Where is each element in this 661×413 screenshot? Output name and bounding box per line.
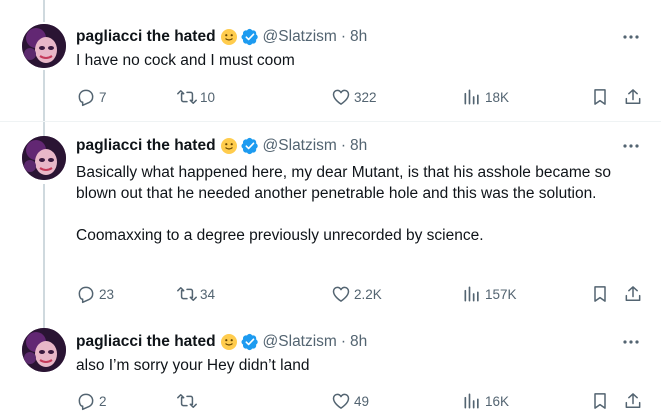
smiley-emoji-icon — [220, 334, 237, 350]
timestamp[interactable]: 8h — [350, 136, 367, 156]
user-handle[interactable]: @Slatzism — [263, 27, 337, 47]
repost-icon — [177, 287, 197, 301]
tweet[interactable]: pagliacci the hated @Slatzism · 8h I hav… — [0, 0, 661, 121]
like-count: 2.2K — [354, 286, 382, 302]
views-button[interactable]: 157K — [462, 282, 517, 306]
repost-icon — [177, 394, 197, 408]
share-icon — [625, 89, 641, 104]
views-count: 157K — [485, 286, 517, 302]
user-handle[interactable]: @Slatzism — [263, 136, 337, 156]
avatar[interactable] — [22, 136, 66, 180]
more-options-icon[interactable] — [621, 332, 641, 352]
separator-dot: · — [340, 333, 347, 350]
repost-icon — [177, 90, 197, 104]
smiley-emoji-icon — [220, 29, 237, 45]
views-button[interactable]: 18K — [462, 85, 509, 109]
reply-icon — [78, 286, 94, 304]
share-button[interactable] — [623, 85, 643, 109]
views-chart-icon — [464, 89, 479, 105]
tweet-header: pagliacci the hated @Slatzism · 8h — [76, 136, 367, 156]
timestamp[interactable]: 8h — [350, 27, 367, 47]
views-button[interactable]: 16K — [462, 389, 509, 413]
like-button[interactable]: 322 — [331, 85, 377, 109]
action-bar: 2 49 16K — [72, 389, 647, 413]
like-count: 49 — [354, 393, 370, 409]
reply-count: 23 — [99, 286, 115, 302]
repost-button[interactable]: 10 — [177, 85, 215, 109]
bookmark-icon — [594, 393, 606, 409]
heart-icon — [332, 286, 350, 302]
display-name[interactable]: pagliacci the hated — [76, 136, 216, 156]
verified-badge-icon[interactable] — [241, 137, 259, 155]
reply-button[interactable]: 7 — [76, 85, 107, 109]
heart-icon — [332, 89, 350, 105]
avatar[interactable] — [22, 24, 66, 68]
views-count: 18K — [485, 89, 510, 105]
reply-count: 7 — [99, 89, 107, 105]
action-bar: 7 10 322 18K — [72, 85, 647, 109]
more-options-icon[interactable] — [621, 27, 641, 47]
separator-dot: · — [340, 137, 347, 154]
display-name[interactable]: pagliacci the hated — [76, 332, 216, 352]
share-button[interactable] — [623, 389, 643, 413]
verified-badge-icon[interactable] — [241, 28, 259, 46]
reply-icon — [78, 393, 94, 411]
heart-icon — [332, 393, 350, 409]
share-icon — [625, 286, 641, 301]
verified-badge-icon[interactable] — [241, 333, 259, 351]
repost-button[interactable]: 34 — [177, 282, 215, 306]
share-icon — [625, 393, 641, 408]
repost-button[interactable] — [177, 389, 200, 413]
tweet[interactable]: pagliacci the hated @Slatzism · 8h also … — [0, 322, 661, 413]
display-name[interactable]: pagliacci the hated — [76, 27, 216, 47]
user-handle[interactable]: @Slatzism — [263, 332, 337, 352]
more-options-icon[interactable] — [621, 136, 641, 156]
avatar[interactable] — [22, 328, 66, 372]
like-button[interactable]: 49 — [331, 389, 369, 413]
action-bar: 23 34 2.2K 157K — [72, 282, 647, 306]
tweet-text: also I’m sorry your Hey didn’t land — [76, 357, 310, 374]
reply-count: 2 — [99, 393, 107, 409]
tweet-header: pagliacci the hated @Slatzism · 8h — [76, 332, 367, 352]
share-button[interactable] — [623, 282, 643, 306]
tweet[interactable]: pagliacci the hated @Slatzism · 8h Basic… — [0, 122, 661, 322]
tweet-text: Basically what happened here, my dear Mu… — [76, 164, 612, 244]
like-button[interactable]: 2.2K — [331, 282, 382, 306]
repost-count: 34 — [200, 286, 216, 302]
bookmark-button[interactable] — [590, 282, 610, 306]
reply-button[interactable]: 23 — [76, 282, 114, 306]
views-count: 16K — [485, 393, 510, 409]
repost-count: 10 — [200, 89, 216, 105]
views-chart-icon — [464, 286, 479, 302]
bookmark-button[interactable] — [590, 389, 610, 413]
timestamp[interactable]: 8h — [350, 332, 367, 352]
separator-dot: · — [340, 28, 347, 45]
views-chart-icon — [464, 393, 479, 409]
like-count: 322 — [354, 89, 377, 105]
bookmark-icon — [594, 286, 606, 302]
tweet-text: I have no cock and I must coom — [76, 52, 295, 69]
reply-button[interactable]: 2 — [76, 389, 107, 413]
tweet-header: pagliacci the hated @Slatzism · 8h — [76, 27, 367, 47]
reply-icon — [78, 89, 94, 107]
bookmark-button[interactable] — [590, 85, 610, 109]
bookmark-icon — [594, 89, 606, 105]
smiley-emoji-icon — [220, 138, 237, 154]
